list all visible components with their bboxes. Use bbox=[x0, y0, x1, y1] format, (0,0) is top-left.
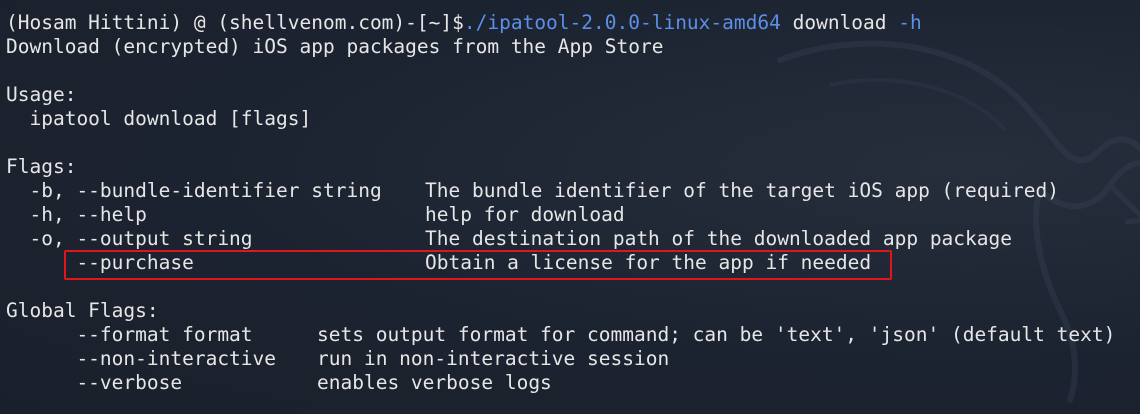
flag-row: -b, --bundle-identifier string The bundle… bbox=[6, 179, 1115, 203]
prompt-line: (Hosam Hittini) @ (shellvenom.com)-[~]$.… bbox=[6, 11, 1115, 35]
terminal-window[interactable]: (Hosam Hittini) @ (shellvenom.com)-[~]$.… bbox=[0, 0, 1140, 414]
command-path: ./ipatool-2.0.0-linux-amd64 bbox=[463, 11, 781, 34]
global-flag-name: --verbose bbox=[6, 371, 183, 394]
flag-desc: help for download bbox=[425, 203, 625, 226]
command-flag: -h bbox=[898, 11, 922, 34]
global-flag-desc: enables verbose logs bbox=[317, 371, 552, 394]
usage-heading: Usage: bbox=[6, 83, 77, 106]
global-flag-row: --non-interactive run in non-interactive … bbox=[6, 347, 1115, 371]
flag-row: -o, --output string The destination path … bbox=[6, 227, 1115, 251]
global-flag-name: --format format bbox=[6, 323, 253, 346]
global-flag-name: --non-interactive bbox=[6, 347, 277, 370]
global-flag-desc: run in non-interactive session bbox=[317, 347, 670, 370]
flag-desc: The destination path of the downloaded a… bbox=[425, 227, 1012, 250]
flag-name: -h, --help bbox=[6, 203, 147, 226]
flag-name: -o, --output string bbox=[6, 227, 253, 250]
global-flags-heading: Global Flags: bbox=[6, 299, 159, 322]
global-flag-row: --verbose enables verbose logs bbox=[6, 371, 1115, 395]
purchase-highlight-box bbox=[64, 250, 892, 280]
flag-desc: The bundle identifier of the target iOS … bbox=[425, 179, 1059, 202]
description-line: Download (encrypted) iOS app packages fr… bbox=[6, 35, 664, 58]
flag-row: -h, --help help for download bbox=[6, 203, 1115, 227]
usage-line: ipatool download [flags] bbox=[6, 107, 312, 130]
flag-name: -b, --bundle-identifier string bbox=[6, 179, 382, 202]
global-flag-desc: sets output format for command; can be '… bbox=[317, 323, 1116, 346]
flags-heading: Flags: bbox=[6, 155, 77, 178]
prompt-identity: (Hosam Hittini) @ (shellvenom.com)-[~]$ bbox=[6, 11, 464, 34]
global-flag-row: --format format sets output format for co… bbox=[6, 323, 1115, 347]
command-arg: download bbox=[780, 11, 899, 34]
